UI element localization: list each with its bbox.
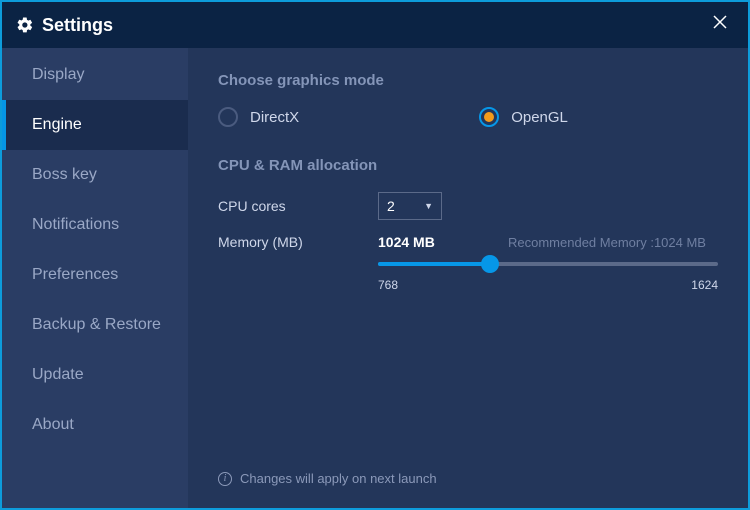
radio-directx[interactable]: DirectX	[218, 107, 299, 127]
close-icon	[712, 14, 728, 30]
sidebar: Display Engine Boss key Notifications Pr…	[2, 48, 188, 508]
allocation-heading: CPU & RAM allocation	[218, 157, 718, 174]
sidebar-item-label: Backup & Restore	[32, 316, 161, 334]
sidebar-item-notifications[interactable]: Notifications	[2, 200, 188, 250]
slider-track	[378, 262, 718, 266]
sidebar-item-update[interactable]: Update	[2, 350, 188, 400]
radio-label: DirectX	[250, 109, 299, 126]
sidebar-item-display[interactable]: Display	[2, 50, 188, 100]
slider-min: 768	[378, 278, 398, 292]
sidebar-item-label: Display	[32, 66, 84, 84]
info-icon: i	[218, 472, 232, 486]
sidebar-item-backup-restore[interactable]: Backup & Restore	[2, 300, 188, 350]
chevron-down-icon: ▼	[424, 201, 433, 211]
sidebar-item-boss-key[interactable]: Boss key	[2, 150, 188, 200]
graphics-radio-group: DirectX OpenGL	[218, 107, 718, 127]
body: Display Engine Boss key Notifications Pr…	[2, 48, 748, 508]
radio-label: OpenGL	[511, 109, 568, 126]
footer-note: i Changes will apply on next launch	[218, 471, 437, 486]
sidebar-item-label: Preferences	[32, 266, 118, 284]
sidebar-item-label: Boss key	[32, 166, 97, 184]
close-button[interactable]	[706, 10, 734, 40]
memory-row: Memory (MB) 1024 MB Recommended Memory :…	[218, 234, 718, 250]
sidebar-item-engine[interactable]: Engine	[2, 100, 188, 150]
radio-opengl[interactable]: OpenGL	[479, 107, 568, 127]
cpu-row: CPU cores 2 ▼	[218, 192, 718, 220]
memory-slider[interactable]: 768 1624	[378, 262, 718, 292]
radio-circle-icon	[479, 107, 499, 127]
sidebar-item-label: About	[32, 416, 74, 434]
memory-label: Memory (MB)	[218, 234, 378, 250]
slider-labels: 768 1624	[378, 278, 718, 292]
sidebar-item-label: Engine	[32, 116, 82, 134]
sidebar-item-about[interactable]: About	[2, 400, 188, 450]
footer-note-text: Changes will apply on next launch	[240, 471, 437, 486]
radio-circle-icon	[218, 107, 238, 127]
sidebar-item-preferences[interactable]: Preferences	[2, 250, 188, 300]
sidebar-item-label: Update	[32, 366, 84, 384]
cpu-label: CPU cores	[218, 198, 378, 214]
titlebar-left: Settings	[16, 15, 113, 36]
window-title: Settings	[42, 15, 113, 36]
main-panel: Choose graphics mode DirectX OpenGL CPU …	[188, 48, 748, 508]
cpu-cores-select[interactable]: 2 ▼	[378, 192, 442, 220]
sidebar-item-label: Notifications	[32, 216, 119, 234]
settings-window: Settings Display Engine Boss key Notific…	[0, 0, 750, 510]
graphics-heading: Choose graphics mode	[218, 72, 718, 89]
memory-value: 1024 MB	[378, 234, 488, 250]
cpu-cores-value: 2	[387, 198, 395, 214]
memory-recommended: Recommended Memory :1024 MB	[508, 235, 706, 250]
slider-max: 1624	[691, 278, 718, 292]
slider-thumb[interactable]	[481, 255, 499, 273]
titlebar: Settings	[2, 2, 748, 48]
gear-icon	[16, 16, 34, 34]
